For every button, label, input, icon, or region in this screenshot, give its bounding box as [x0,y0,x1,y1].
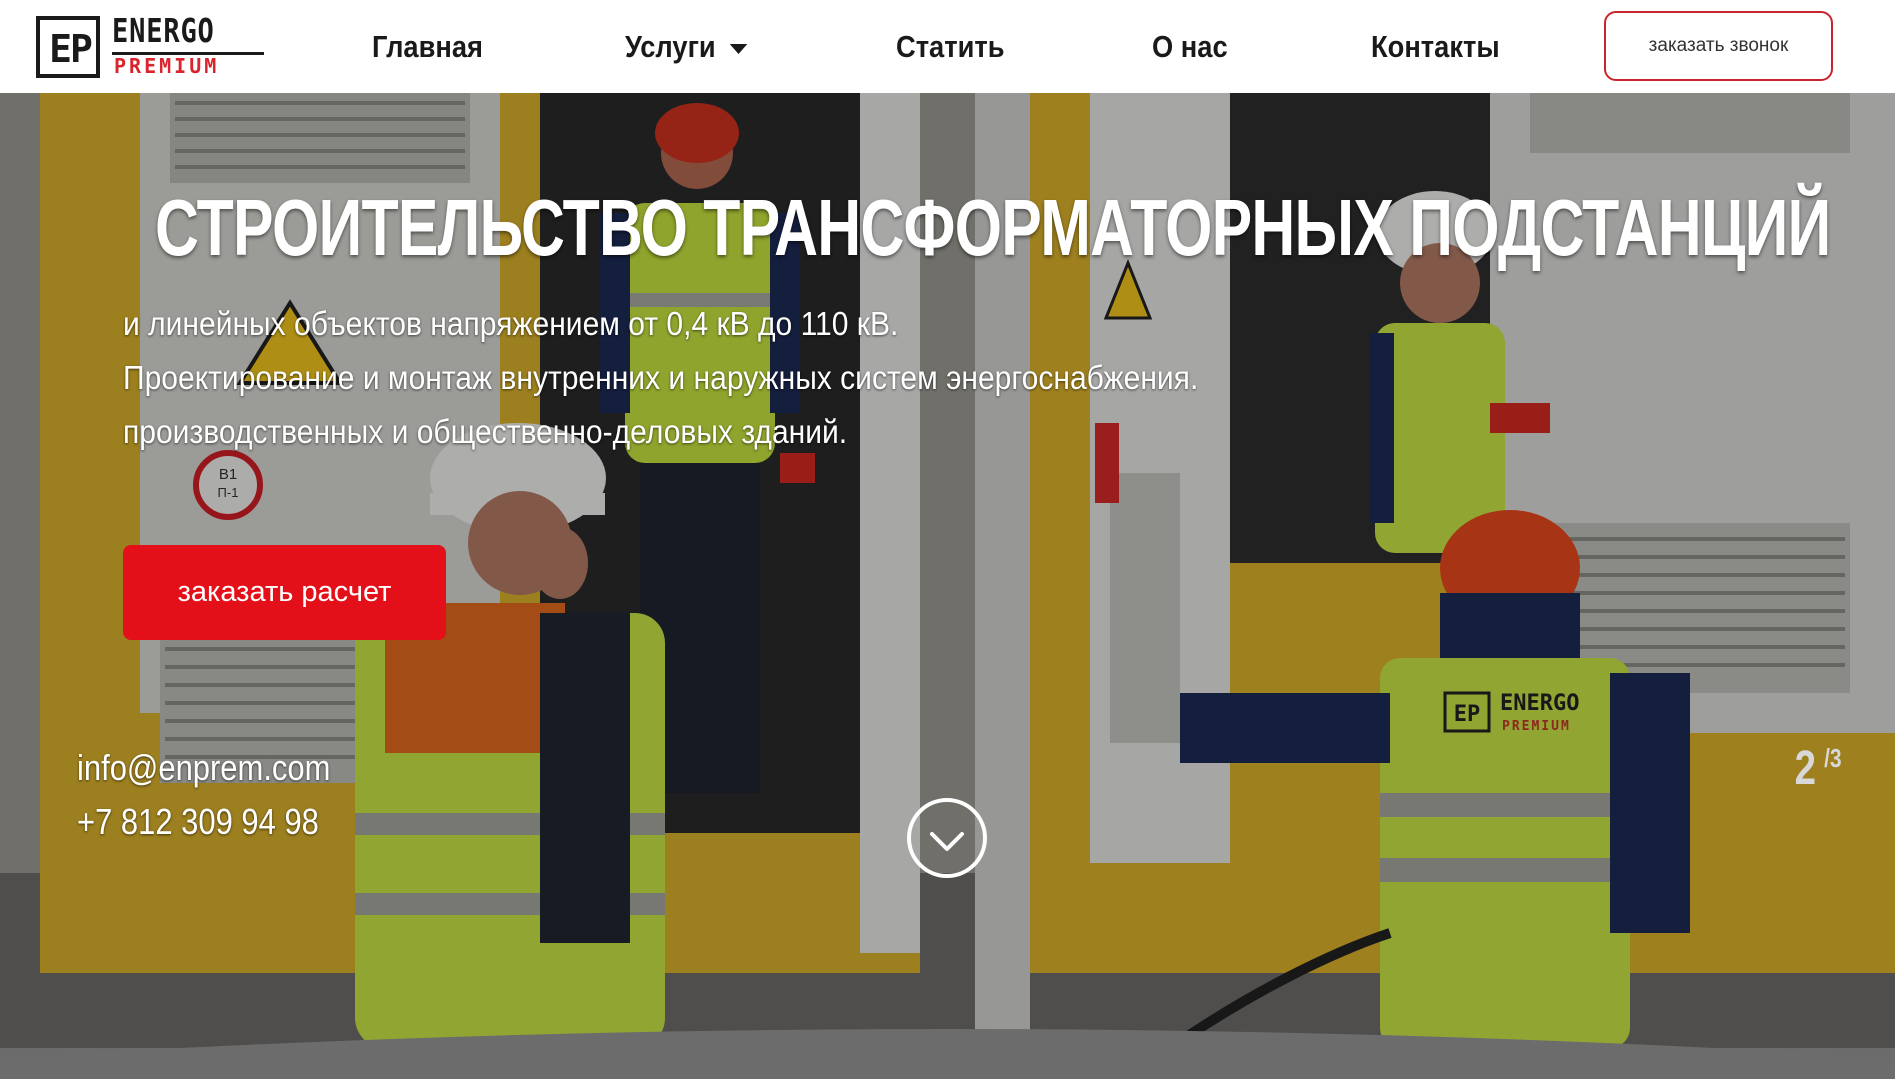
nav-item-home[interactable]: Главная [372,28,483,66]
nav-item-about[interactable]: О нас [1152,28,1228,66]
slide-current: 2 [1794,742,1817,795]
order-callback-button[interactable]: заказать звонок [1604,11,1833,81]
hero-slider: В1 П-1 EP ENERGO PREMIUM СТРОИТЕЛЬСТВО Т… [0,93,1895,1048]
email-link[interactable]: info@enprem.com [77,741,330,795]
logo-mark-text: EP [49,27,93,71]
hero-description-line: производственных и общественно-деловых з… [123,413,848,450]
nav-item-label: Контакты [1371,29,1500,64]
hero-description: и линейных объектов напряжением от 0,4 к… [123,297,1523,459]
logo-word-energo: ENERGO [112,11,215,50]
site-header: EP ENERGO PREMIUM Главная Услуги Статить… [0,0,1895,93]
order-calculation-button[interactable]: заказать расчет [123,545,446,640]
hero-description-line: Проектирование и монтаж внутренних и нар… [123,359,1199,396]
nav-item-label: Услуги [625,29,716,64]
nav-item-services[interactable]: Услуги [625,28,748,66]
slide-counter: 2 /3 [1792,741,1842,797]
section-divider-arc [0,1029,1895,1079]
chevron-down-circle-icon [907,798,987,878]
slide-total: /3 [1824,743,1842,773]
logo-mark: EP [36,16,100,78]
nav-item-contacts[interactable]: Контакты [1371,28,1500,66]
nav-item-label: О нас [1152,29,1228,64]
chevron-down-icon [729,43,748,54]
phone-link[interactable]: +7 812 309 94 98 [77,795,330,849]
nav-item-label: Статить [896,29,1005,64]
scroll-down-button[interactable] [905,796,989,880]
nav-item-label: Главная [372,29,483,64]
hero-description-line: и линейных объектов напряжением от 0,4 к… [123,305,899,342]
hero-title: СТРОИТЕЛЬСТВО ТРАНСФОРМАТОРНЫХ ПОДСТАНЦИ… [155,183,1831,272]
nav-item-articles[interactable]: Статить [896,28,1005,66]
hero-contacts: info@enprem.com +7 812 309 94 98 [77,741,372,849]
logo-word-premium: PREMIUM [114,54,220,78]
logo[interactable]: EP ENERGO PREMIUM [36,11,264,82]
